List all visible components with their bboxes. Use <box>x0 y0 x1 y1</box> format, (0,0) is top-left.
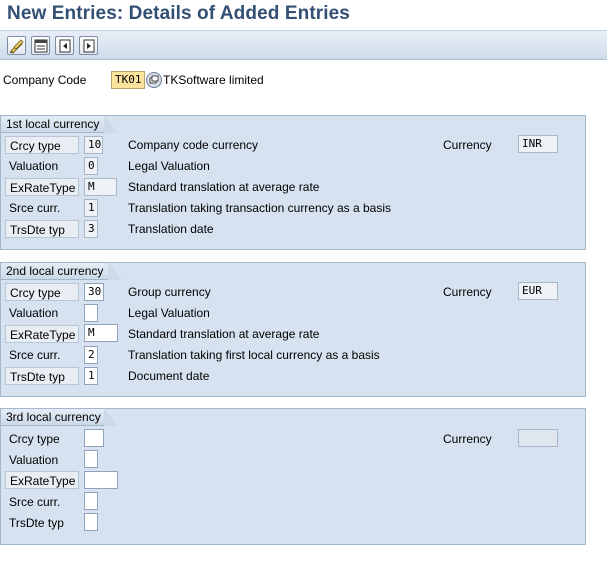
group-title: 1st local currency <box>0 115 117 133</box>
details-popup-icon[interactable] <box>146 72 162 88</box>
valuation-field[interactable]: 0 <box>84 157 98 175</box>
crcy-type-field[interactable]: 10 <box>84 136 103 154</box>
company-code-field[interactable]: TK01 <box>111 71 145 89</box>
edit-pencil-icon[interactable] <box>7 36 26 55</box>
exratetype-desc: Standard translation at average rate <box>128 327 320 341</box>
next-entry-icon[interactable] <box>79 36 98 55</box>
currency-field[interactable] <box>518 429 558 447</box>
valuation-label: Valuation <box>9 159 59 173</box>
valuation-field[interactable] <box>84 450 98 468</box>
crcy-type-field[interactable] <box>84 429 104 447</box>
company-code-label: Company Code <box>3 73 87 87</box>
group-1st-local-currency: 1st local currency Crcy type 10 Company … <box>0 115 586 250</box>
group-3rd-local-currency: 3rd local currency Crcy type Currency Va… <box>0 408 586 545</box>
valuation-field[interactable] <box>84 304 98 322</box>
trsdte-typ-field[interactable]: 1 <box>84 367 98 385</box>
group-2nd-local-currency: 2nd local currency Crcy type 30 Group cu… <box>0 262 586 397</box>
currency-label: Currency <box>443 285 492 299</box>
crcy-type-desc: Company code currency <box>128 138 259 152</box>
display-change-icon[interactable] <box>31 36 50 55</box>
trsdte-typ-label: TrsDte typ <box>9 516 64 530</box>
crcy-type-desc: Group currency <box>128 285 211 299</box>
exratetype-field[interactable] <box>84 471 118 489</box>
currency-field[interactable]: EUR <box>518 282 558 300</box>
srce-curr-field[interactable] <box>84 492 98 510</box>
exratetype-label: ExRateType <box>5 471 79 489</box>
crcy-type-field[interactable]: 30 <box>84 283 104 301</box>
previous-entry-icon[interactable] <box>55 36 74 55</box>
crcy-type-label: Crcy type <box>9 432 60 446</box>
currency-field[interactable]: INR <box>518 135 558 153</box>
crcy-type-label: Crcy type <box>5 283 79 301</box>
exratetype-field[interactable]: M <box>84 324 118 342</box>
crcy-type-label: Crcy type <box>5 136 79 154</box>
currency-label: Currency <box>443 432 492 446</box>
srce-curr-field[interactable]: 1 <box>84 199 98 217</box>
srce-curr-field[interactable]: 2 <box>84 346 98 364</box>
trsdte-typ-field[interactable] <box>84 513 98 531</box>
valuation-label: Valuation <box>9 453 59 467</box>
group-title: 2nd local currency <box>0 262 121 280</box>
srce-curr-label: Srce curr. <box>9 495 61 509</box>
srce-curr-desc: Translation taking transaction currency … <box>128 201 392 215</box>
trsdte-typ-label: TrsDte typ <box>5 220 79 238</box>
application-toolbar <box>0 30 607 60</box>
trsdte-typ-field[interactable]: 3 <box>84 220 98 238</box>
currency-label: Currency <box>443 138 492 152</box>
exratetype-label: ExRateType <box>5 325 79 343</box>
valuation-desc: Legal Valuation <box>128 159 210 173</box>
srce-curr-desc: Translation taking first local currency … <box>128 348 380 362</box>
valuation-label: Valuation <box>9 306 59 320</box>
srce-curr-label: Srce curr. <box>9 201 61 215</box>
exratetype-desc: Standard translation at average rate <box>128 180 320 194</box>
srce-curr-label: Srce curr. <box>9 348 61 362</box>
valuation-desc: Legal Valuation <box>128 306 210 320</box>
exratetype-label: ExRateType <box>5 178 79 196</box>
group-title: 3rd local currency <box>0 408 117 426</box>
trsdte-typ-desc: Document date <box>128 369 210 383</box>
trsdte-typ-desc: Translation date <box>128 222 214 236</box>
company-name: TKSoftware limited <box>163 73 264 87</box>
page-title: New Entries: Details of Added Entries <box>0 0 607 30</box>
exratetype-field[interactable]: M <box>84 178 117 196</box>
trsdte-typ-label: TrsDte typ <box>5 367 79 385</box>
